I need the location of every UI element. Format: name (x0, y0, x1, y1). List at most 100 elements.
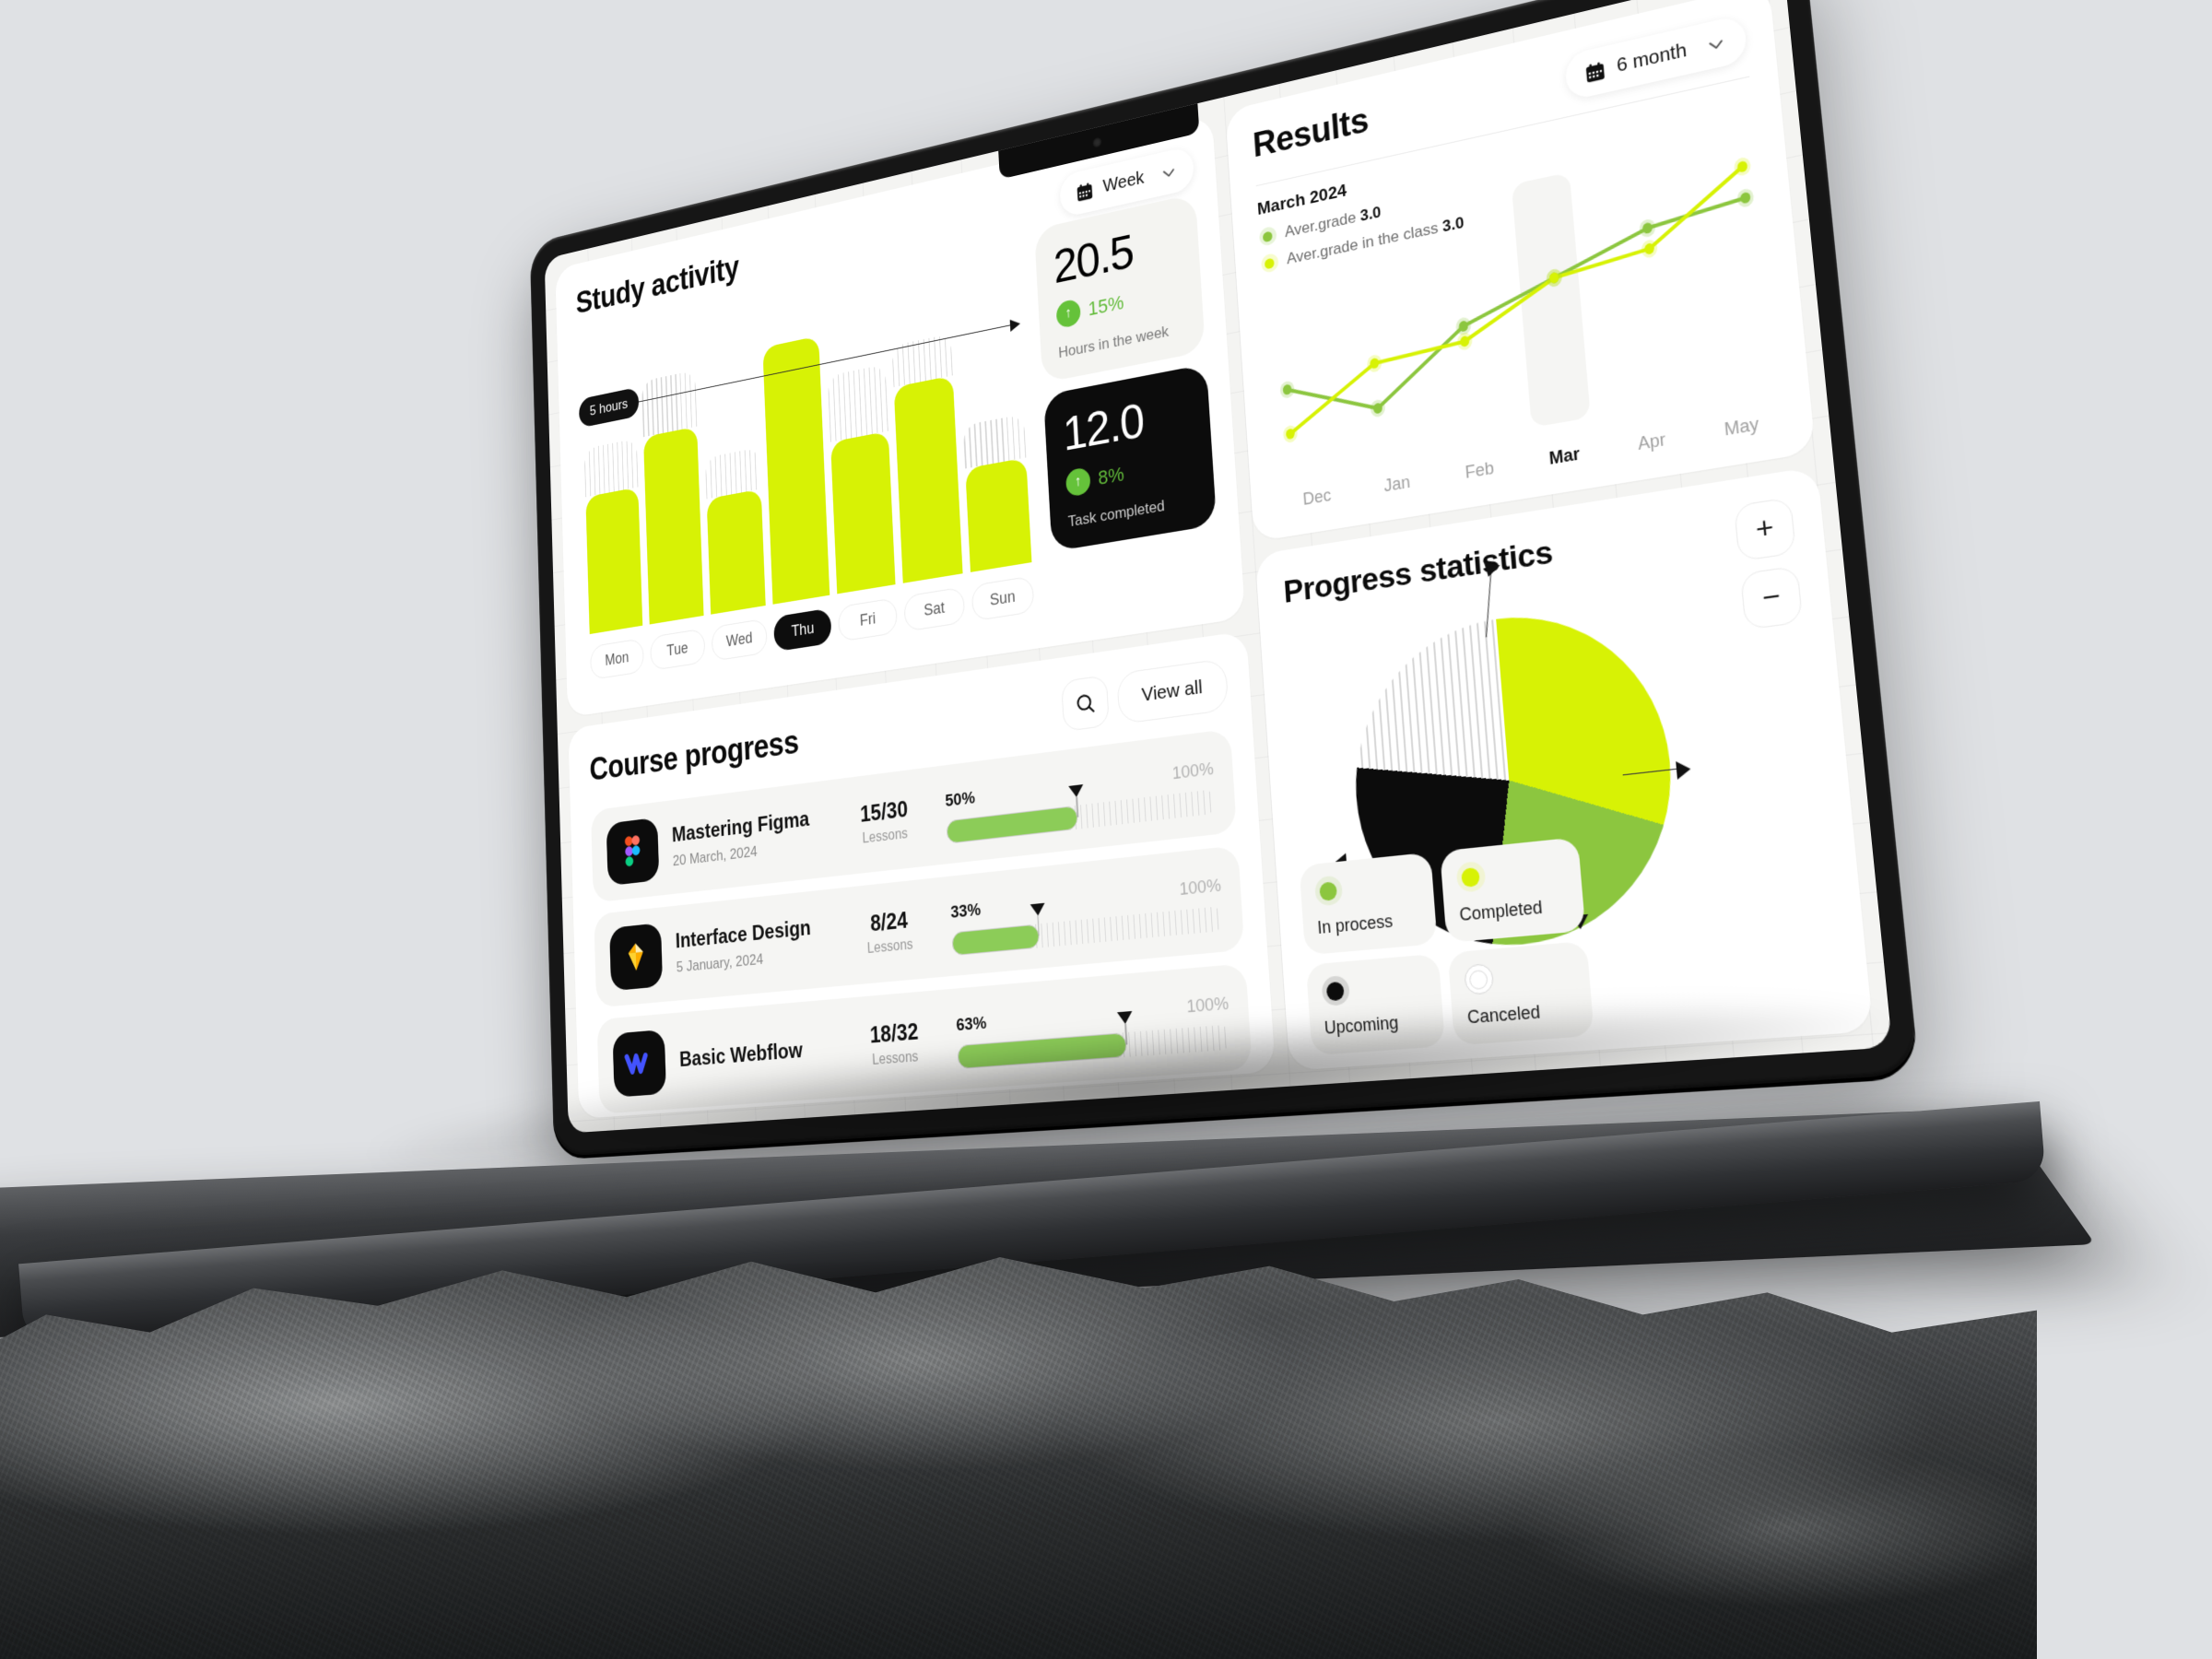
course-progress-bar[interactable]: 50% 100% (945, 752, 1217, 844)
bar-fill (585, 487, 643, 635)
legend-label: In process (1316, 911, 1394, 938)
stat-percent: 15% (1088, 290, 1124, 321)
month-label-jan[interactable]: Jan (1356, 467, 1439, 500)
course-actions: View all (1060, 658, 1230, 733)
figma-icon (606, 817, 660, 887)
stat-percent: 8% (1097, 462, 1125, 489)
legend-dot-icon (1260, 252, 1279, 275)
bar-fill (642, 426, 704, 625)
progress-statistics-header: Progress statistics + − (1282, 497, 1804, 690)
pie-slices (1345, 596, 1685, 959)
legend-dot-icon (1258, 225, 1277, 247)
stat-caption: Hours in the week (1057, 323, 1170, 362)
course-lessons: 8/24 Lessons (842, 904, 936, 959)
progress-max: 100% (1171, 759, 1215, 784)
progress-max: 100% (1178, 876, 1222, 900)
legend-value: 3.0 (1359, 203, 1382, 225)
bar-column[interactable] (582, 343, 643, 635)
results-legend: March 2024 Aver.grade 3.0 Aver.grade in t… (1255, 76, 1759, 275)
zoom-in-button[interactable]: + (1733, 497, 1796, 562)
bar-series (582, 260, 1032, 635)
marker-triangle-icon (1068, 783, 1085, 798)
calendar-icon (1076, 180, 1094, 203)
legend-dot-icon (1313, 875, 1344, 907)
progress-percent: 50% (945, 788, 976, 811)
progress-marker[interactable] (1068, 783, 1085, 818)
month-axis-labels: Dec Jan Feb Mar Apr May (1277, 409, 1788, 513)
results-header: Results 6 month (1252, 14, 1748, 171)
bar-column[interactable] (700, 316, 767, 615)
day-tab-thu[interactable]: Thu (773, 607, 832, 653)
day-tab-fri[interactable]: Fri (838, 597, 899, 642)
progress-statistics-title: Progress statistics (1282, 534, 1554, 611)
screen-viewport: Study activity Week 5 hours Mon Tue Wed … (544, 0, 1893, 1134)
bar-column[interactable] (640, 330, 704, 625)
zoom-out-button[interactable]: − (1739, 565, 1804, 630)
calendar-icon (1583, 59, 1606, 84)
stat-card-2: 12.0 ↑ 8% Task completed (1042, 363, 1218, 552)
lessons-count: 18/32 (869, 1018, 919, 1048)
legend-label: Aver.grade in the class 3.0 (1286, 213, 1465, 268)
day-tab-sat[interactable]: Sat (903, 586, 966, 632)
search-icon (1074, 690, 1096, 717)
month-label-may[interactable]: May (1695, 409, 1788, 445)
day-tab-mon[interactable]: Mon (590, 638, 644, 680)
marker-stem (1076, 796, 1079, 818)
lessons-count: 8/24 (869, 907, 909, 936)
day-tab-wed[interactable]: Wed (711, 618, 769, 662)
bar-fill (706, 488, 767, 615)
progress-marker[interactable] (1030, 902, 1045, 936)
progress-legend-item[interactable]: Completed (1439, 837, 1586, 944)
legend-label: Completed (1458, 897, 1544, 925)
six-month-filter-label: 6 month (1616, 40, 1688, 77)
bar-fill (762, 335, 830, 605)
stat-value: 12.0 (1061, 393, 1146, 462)
search-button[interactable] (1060, 675, 1110, 733)
zoom-controls: + − (1733, 497, 1804, 630)
bar-fill (893, 375, 963, 583)
bar-ghost-cap (583, 439, 639, 498)
stat-card-1: 20.5 ↑ 15% Hours in the week (1033, 194, 1206, 383)
progress-legend-item[interactable]: In process (1299, 852, 1438, 956)
view-all-label: View all (1141, 676, 1204, 706)
progress-percent: 63% (955, 1013, 987, 1036)
view-all-button[interactable]: View all (1116, 658, 1230, 725)
month-label-feb[interactable]: Feb (1437, 453, 1522, 488)
bar-column[interactable] (889, 275, 963, 583)
legend-dot-icon (1455, 860, 1487, 893)
progress-fill (951, 924, 1040, 957)
legend-value: 3.0 (1441, 213, 1465, 236)
chevron-down-icon (1159, 162, 1177, 183)
week-filter-label: Week (1102, 168, 1145, 197)
legend-dot-icon (1463, 962, 1495, 995)
bar-column[interactable] (955, 260, 1032, 572)
stat-cards: 20.5 ↑ 15% Hours in the week 12.0 ↑ 8% Task com… (1033, 188, 1223, 635)
legend-label: Aver.grade 3.0 (1284, 203, 1382, 241)
six-month-filter-dropdown[interactable]: 6 month (1563, 14, 1748, 101)
bar-fill (965, 457, 1032, 572)
month-label-apr[interactable]: Apr (1606, 425, 1697, 460)
day-tab-sun[interactable]: Sun (971, 575, 1035, 622)
progress-labels: 33% 100% (950, 876, 1222, 924)
results-legend-items: Aver.grade 3.0 Aver.grade in the class 3.… (1258, 124, 1759, 275)
progress-max: 100% (1185, 994, 1230, 1018)
marker-triangle-icon (1030, 902, 1045, 917)
day-tab-tue[interactable]: Tue (650, 628, 706, 671)
bar-column[interactable] (825, 288, 896, 594)
course-progress-title: Course progress (589, 724, 800, 788)
month-label-mar[interactable]: Mar (1521, 440, 1608, 474)
progress-labels: 50% 100% (945, 759, 1214, 812)
progress-percent: 33% (949, 900, 982, 923)
stat-caption: Task completed (1067, 497, 1166, 531)
course-progress-bar[interactable]: 33% 100% (950, 868, 1224, 957)
results-title: Results (1252, 100, 1371, 166)
study-activity-card: Study activity Week 5 hours Mon Tue Wed … (555, 113, 1246, 718)
right-column: Results 6 month March 2024 Aver.grade 3.… (1225, 0, 1874, 1071)
arrow-up-icon: ↑ (1055, 298, 1081, 330)
results-card: Results 6 month March 2024 Aver.grade 3.… (1225, 0, 1816, 543)
bar-fill (830, 430, 896, 594)
month-label-dec[interactable]: Dec (1277, 481, 1357, 513)
progress-fill (946, 805, 1079, 844)
bar-column[interactable] (761, 302, 830, 605)
legend-dot-icon (1321, 974, 1350, 1007)
